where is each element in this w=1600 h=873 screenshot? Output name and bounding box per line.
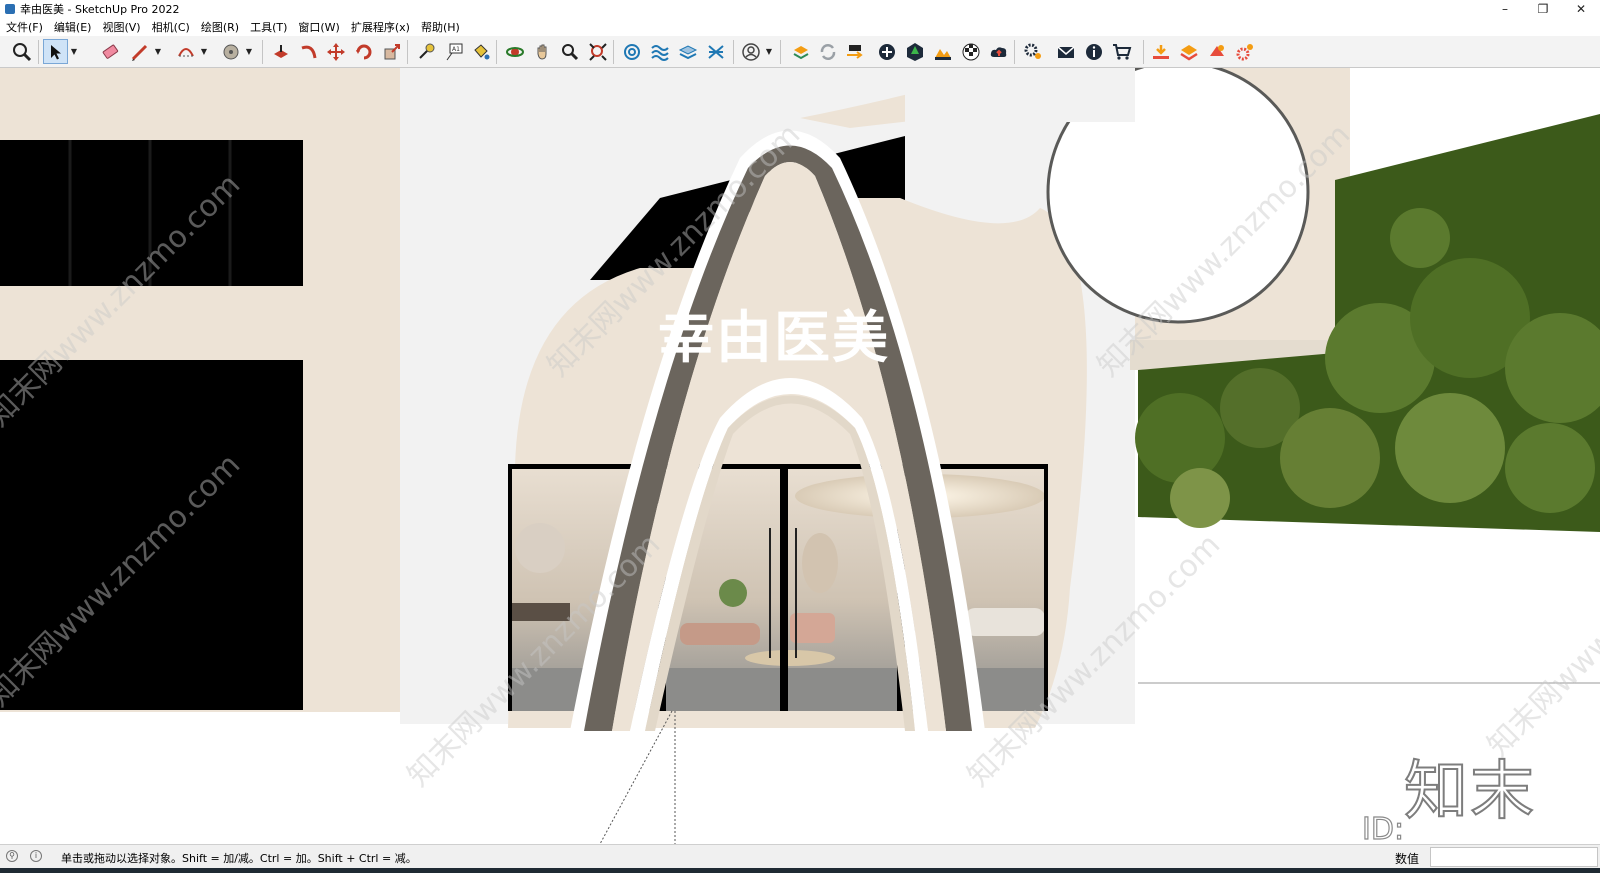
pencil-icon[interactable] bbox=[127, 39, 152, 64]
status-bar: ⚲ i 单击或拖动以选择对象。Shift = 加/减。Ctrl = 加。Shif… bbox=[0, 844, 1600, 868]
status-hint: 单击或拖动以选择对象。Shift = 加/减。Ctrl = 加。Shift + … bbox=[61, 852, 417, 865]
rotate-icon[interactable] bbox=[351, 39, 376, 64]
eraser-icon[interactable] bbox=[97, 39, 122, 64]
cloud-upload-icon[interactable] bbox=[986, 39, 1011, 64]
refresh-icon[interactable] bbox=[815, 39, 840, 64]
menu-bar: 文件(F) 编辑(E) 视图(V) 相机(C) 绘图(R) 工具(T) 窗口(W… bbox=[0, 18, 1600, 36]
settings-gears-icon[interactable] bbox=[1020, 39, 1045, 64]
menu-draw[interactable]: 绘图(R) bbox=[201, 19, 239, 35]
section-plane-icon[interactable] bbox=[619, 39, 644, 64]
section-cuts-icon[interactable] bbox=[703, 39, 728, 64]
title-bar: 幸由医美 - SketchUp Pro 2022 – ❐ ✕ bbox=[0, 0, 1600, 18]
push-pull-icon[interactable] bbox=[268, 39, 293, 64]
watermark-text: 知末网www.znzmo.com bbox=[1481, 497, 1600, 763]
profile-avatar-icon[interactable] bbox=[738, 39, 763, 64]
menu-tools[interactable]: 工具(T) bbox=[250, 19, 287, 35]
pan-hand-icon[interactable] bbox=[530, 39, 555, 64]
zoom-window-icon[interactable] bbox=[585, 39, 610, 64]
window-controls: – ❐ ✕ bbox=[1486, 0, 1600, 18]
close-button[interactable]: ✕ bbox=[1562, 0, 1600, 18]
export-arrows-icon[interactable] bbox=[842, 39, 867, 64]
text-label-icon[interactable]: A1 bbox=[441, 39, 466, 64]
stack-layers-icon[interactable] bbox=[1176, 39, 1201, 64]
select-dropdown-icon[interactable]: ▼ bbox=[69, 39, 79, 64]
menu-edit[interactable]: 编辑(E) bbox=[54, 19, 92, 35]
move-icon[interactable] bbox=[323, 39, 348, 64]
scale-icon[interactable] bbox=[379, 39, 404, 64]
info-icon[interactable] bbox=[1081, 39, 1106, 64]
add-circle-icon[interactable] bbox=[874, 39, 899, 64]
profile-dropdown-icon[interactable]: ▼ bbox=[764, 39, 774, 64]
menu-help[interactable]: 帮助(H) bbox=[421, 19, 460, 35]
instructor-info-icon[interactable]: i bbox=[30, 850, 42, 862]
window-title: 幸由医美 - SketchUp Pro 2022 bbox=[20, 3, 180, 16]
minimize-button[interactable]: – bbox=[1486, 0, 1524, 18]
render-settings-icon[interactable] bbox=[1232, 39, 1257, 64]
menu-file[interactable]: 文件(F) bbox=[6, 19, 43, 35]
arc-dropdown-icon[interactable]: ▼ bbox=[199, 39, 209, 64]
model-viewport[interactable]: 前部 bbox=[0, 68, 1600, 844]
svg-text:A1: A1 bbox=[452, 46, 460, 53]
orbit-icon[interactable] bbox=[502, 39, 527, 64]
menu-window[interactable]: 窗口(W) bbox=[298, 19, 339, 35]
import-layer-icon[interactable] bbox=[1148, 39, 1173, 64]
menu-extensions[interactable]: 扩展程序(x) bbox=[351, 19, 410, 35]
paint-bucket-icon[interactable] bbox=[468, 39, 493, 64]
follow-me-icon[interactable] bbox=[296, 39, 321, 64]
section-fill-icon[interactable] bbox=[675, 39, 700, 64]
geolocation-icon[interactable]: ⚲ bbox=[6, 850, 18, 862]
checker-texture-icon[interactable] bbox=[958, 39, 983, 64]
sandbox-logo-icon[interactable] bbox=[788, 39, 813, 64]
render-paint-icon[interactable] bbox=[1204, 39, 1229, 64]
terrain-icon[interactable] bbox=[930, 39, 955, 64]
shape-dropdown-icon[interactable]: ▼ bbox=[244, 39, 254, 64]
arc-icon[interactable] bbox=[173, 39, 198, 64]
mail-icon[interactable] bbox=[1053, 39, 1078, 64]
taskbar-strip bbox=[0, 868, 1600, 873]
zoom-icon[interactable] bbox=[557, 39, 582, 64]
menu-view[interactable]: 视图(V) bbox=[102, 19, 140, 35]
restore-button[interactable]: ❐ bbox=[1524, 0, 1562, 18]
pencil-dropdown-icon[interactable]: ▼ bbox=[153, 39, 163, 64]
menu-camera[interactable]: 相机(C) bbox=[152, 19, 190, 35]
display-section-icon[interactable] bbox=[647, 39, 672, 64]
tree-component-icon[interactable] bbox=[902, 39, 927, 64]
tape-measure-icon[interactable] bbox=[413, 39, 438, 64]
store-sign: 幸由医美 bbox=[658, 306, 890, 371]
zoom-extents-icon[interactable] bbox=[9, 39, 34, 64]
circle-shape-icon[interactable] bbox=[218, 39, 243, 64]
storefront-model-render: 知末网www.znzmo.com 知末网www.znzmo.com 知末网www… bbox=[0, 68, 1600, 844]
sketchup-app-icon bbox=[5, 4, 15, 14]
measurements-input[interactable] bbox=[1430, 847, 1598, 867]
sketchup-window: 幸由医美 - SketchUp Pro 2022 – ❐ ✕ 文件(F) 编辑(… bbox=[0, 0, 1600, 873]
shopping-cart-icon[interactable] bbox=[1109, 39, 1134, 64]
measurements-label: 数值 bbox=[1395, 852, 1420, 866]
main-toolbar: ▼ ▼ ▼ ▼ A1 ▼ bbox=[0, 36, 1600, 68]
select-arrow-icon[interactable] bbox=[43, 39, 68, 64]
